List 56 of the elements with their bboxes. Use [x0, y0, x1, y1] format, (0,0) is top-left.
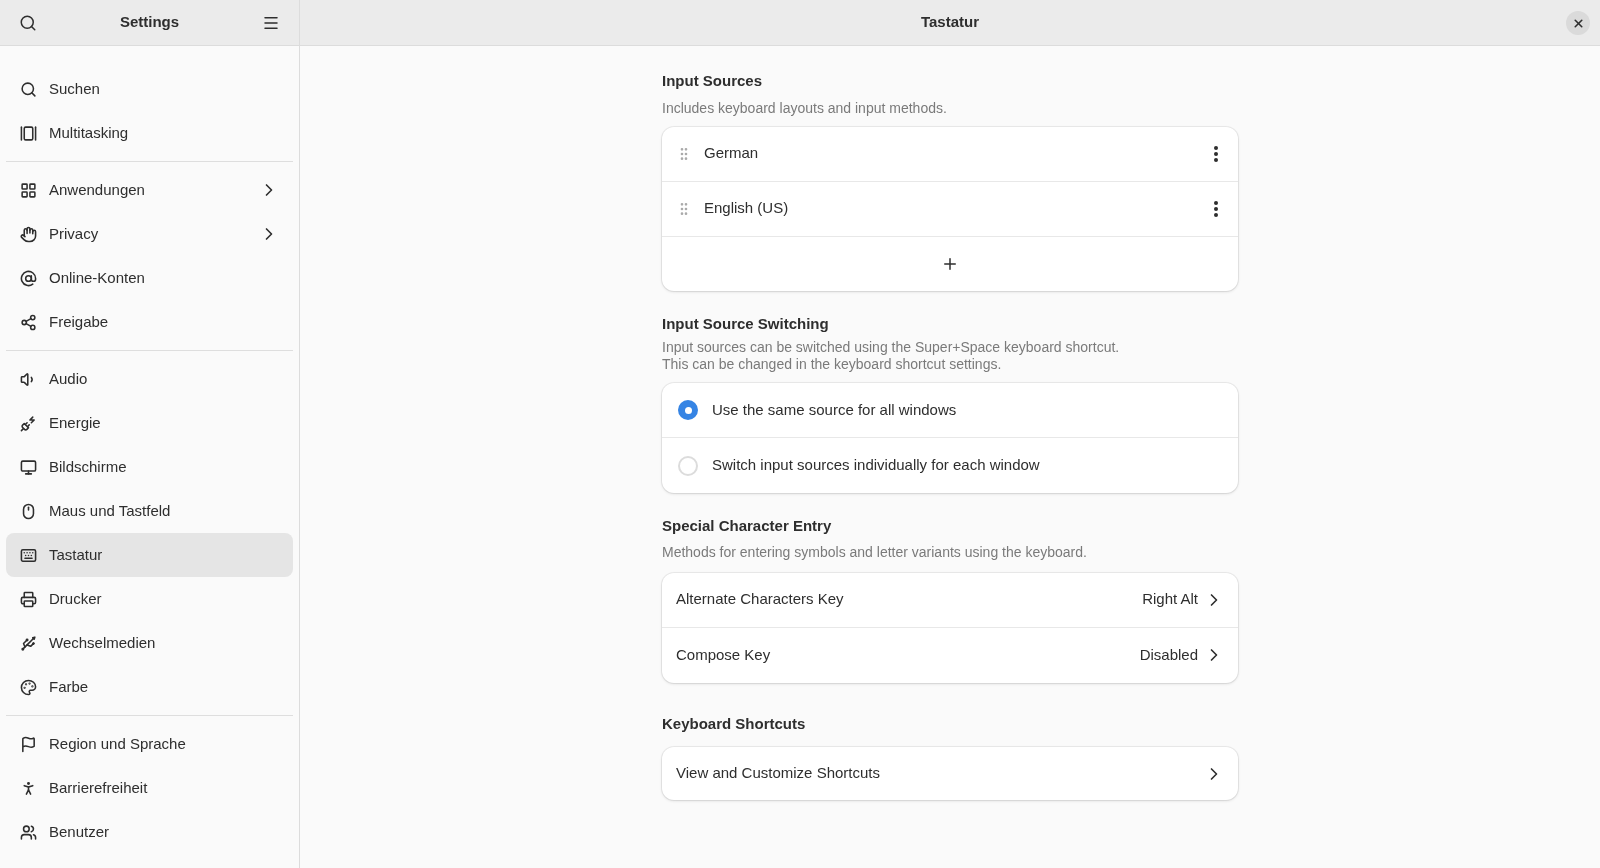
printer-icon: [20, 590, 37, 608]
input-source-row[interactable]: English (US): [662, 181, 1238, 237]
at-sign-icon: [20, 269, 37, 287]
section-description: This can be changed in the keyboard shortcut settings.: [662, 356, 1002, 373]
section-heading: Input Source Switching: [662, 313, 829, 334]
hand-icon: [20, 225, 37, 243]
close-button[interactable]: [1566, 11, 1590, 35]
radio-row[interactable]: Use the same source for all windows: [662, 383, 1238, 438]
sidebar-item[interactable]: Tastatur: [6, 533, 293, 577]
more-options-icon: [1214, 145, 1218, 162]
sidebar-item[interactable]: Suchen: [6, 67, 293, 111]
section-description: Input sources can be switched using the Super+Space keyboard shortcut.: [662, 339, 1120, 356]
grid-icon: [20, 181, 37, 199]
setting-row[interactable]: View and Customize Shortcuts: [662, 747, 1238, 800]
section-heading: Special Character Entry: [662, 516, 832, 536]
sidebar-item[interactable]: Drucker: [6, 577, 293, 621]
window-title: Tastatur: [920, 12, 980, 33]
multitasking-icon: [20, 124, 37, 142]
sidebar-title: Settings: [119, 12, 180, 33]
section-description: Includes keyboard layouts and input methods.: [662, 98, 947, 118]
sidebar-item[interactable]: Online-Konten: [6, 256, 293, 300]
more-options-icon: [1214, 200, 1218, 217]
sidebar-item[interactable]: Wechselmedien: [6, 621, 293, 665]
sidebar-item[interactable]: Energie: [6, 401, 293, 445]
input-source-row[interactable]: German: [662, 126, 1238, 182]
section-heading: Input Sources: [662, 71, 762, 91]
users-icon: [20, 823, 37, 841]
keyboard-icon: [20, 546, 37, 564]
sidebar-item[interactable]: Farbe: [6, 665, 293, 709]
monitor-icon: [20, 458, 37, 476]
sidebar-item[interactable]: Privacy: [6, 212, 293, 256]
radio-button[interactable]: [678, 455, 698, 476]
sidebar-item[interactable]: Barrierefreiheit: [6, 766, 293, 810]
sidebar-item[interactable]: Multitasking: [6, 111, 293, 155]
sidebar-item[interactable]: Benutzer: [6, 810, 293, 854]
close-icon: [1571, 16, 1585, 30]
section-heading: Keyboard Shortcuts: [662, 713, 806, 734]
radio-row[interactable]: Switch input sources individually for each window: [662, 438, 1238, 493]
setting-row[interactable]: Alternate Characters Key Right Alt: [662, 572, 1238, 628]
flag-icon: [20, 735, 37, 753]
usb-icon: [20, 634, 37, 652]
plug-icon: [20, 414, 37, 432]
section-description: Methods for entering symbols and letter variants using the keyboard.: [662, 542, 1087, 562]
sidebar-item[interactable]: Bildschirme: [6, 445, 293, 489]
search-icon: [20, 80, 37, 98]
sidebar-item[interactable]: Audio: [6, 357, 293, 401]
share-icon: [20, 313, 37, 331]
mouse-icon: [20, 502, 37, 520]
sidebar-item[interactable]: Region und Sprache: [6, 722, 293, 766]
palette-icon: [20, 678, 37, 696]
search-icon: [19, 13, 37, 32]
sidebar-item[interactable]: Maus und Tastfeld: [6, 489, 293, 533]
sidebar-item[interactable]: Anwendungen: [6, 168, 293, 212]
sidebar-item[interactable]: Freigabe: [6, 300, 293, 344]
setting-row[interactable]: Compose Key Disabled: [662, 627, 1238, 683]
radio-button[interactable]: [678, 400, 698, 420]
